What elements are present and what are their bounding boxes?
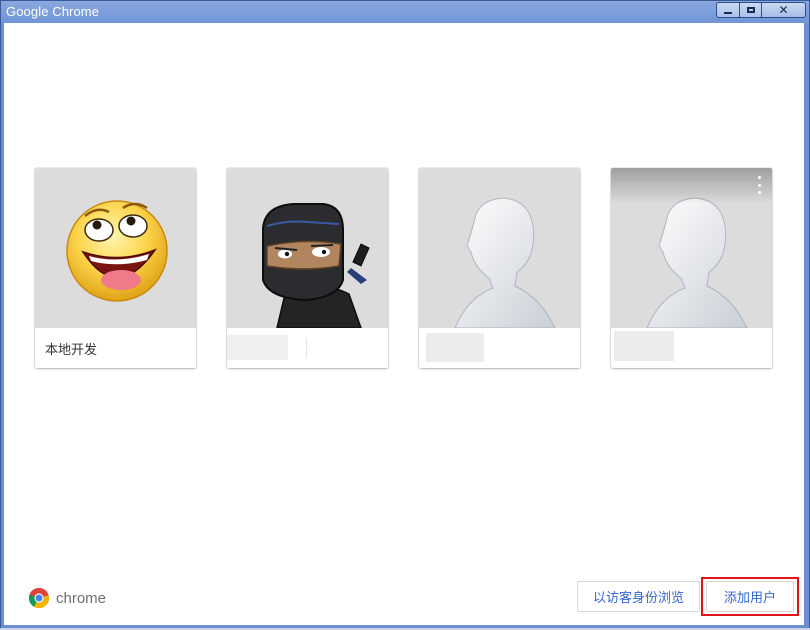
more-options-icon[interactable]	[754, 176, 764, 194]
minimize-button[interactable]	[716, 2, 740, 18]
maximize-icon	[746, 7, 755, 13]
profile-avatar	[419, 168, 580, 328]
title-bar[interactable]: Google Chrome ✕	[1, 1, 809, 23]
mannequin-avatar-icon	[454, 197, 556, 328]
redacted-name	[614, 331, 674, 361]
profile-avatar	[227, 168, 388, 328]
smiley-face-avatar-icon	[66, 200, 168, 302]
profile-avatar	[611, 168, 772, 328]
add-user-button[interactable]: 添加用户	[706, 581, 794, 612]
maximize-button[interactable]	[740, 2, 762, 18]
chrome-wordmark: chrome	[56, 589, 107, 607]
window-title: Google Chrome	[6, 4, 100, 19]
redacted-name	[227, 335, 288, 360]
card-hover-gradient	[611, 168, 772, 204]
close-icon: ✕	[778, 3, 789, 17]
redacted-name-divider	[306, 338, 307, 358]
profile-card[interactable]: 本地开发	[35, 168, 196, 368]
redacted-name	[426, 333, 484, 362]
profile-card[interactable]	[419, 168, 580, 368]
window-controls: ✕	[716, 2, 806, 18]
chrome-brand: chrome	[28, 587, 106, 609]
profile-list: 本地开发	[35, 168, 772, 368]
close-button[interactable]: ✕	[762, 2, 806, 18]
profile-name: 本地开发	[45, 342, 98, 358]
profile-card[interactable]	[611, 168, 772, 368]
browse-as-guest-button[interactable]: 以访客身份浏览	[577, 581, 700, 612]
profile-picker: 本地开发 chrome 以访客身份浏览 添加用户	[4, 23, 804, 625]
minimize-icon	[724, 12, 732, 14]
ninja-avatar-icon	[262, 203, 370, 328]
profile-avatar	[35, 168, 196, 328]
chrome-logo-icon	[28, 588, 50, 609]
window-frame: Google Chrome ✕ 本地开发 chrome 以访客身份浏览 添加用户	[0, 0, 810, 630]
profile-card[interactable]	[227, 168, 388, 368]
